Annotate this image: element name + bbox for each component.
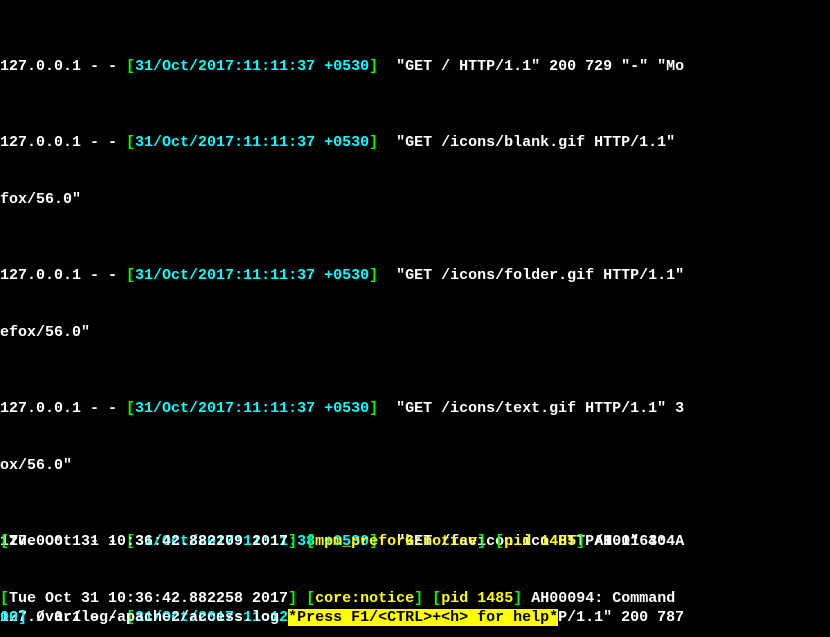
log-line-wrap: fox/56.0" — [0, 190, 830, 209]
log-line: 127.0.0.1 - - [31/Oct/2017:11:11:37 +053… — [0, 133, 830, 152]
request: "GET / HTTP/1.1" 200 729 "-" "Mo — [378, 58, 684, 75]
log-line: 127.0.0.1 - - [31/Oct/2017:11:11:37 +053… — [0, 57, 830, 76]
log-line-wrap: ox/56.0" — [0, 456, 830, 475]
bracket-close: ] — [369, 58, 378, 75]
log-line: [Tue Oct 31 10:36:42.882209 2017] [mpm_p… — [0, 532, 830, 551]
error-log-pane[interactable]: [Tue Oct 31 10:36:42.882209 2017] [mpm_p… — [0, 494, 830, 637]
terminal-screen: 127.0.0.1 - - [31/Oct/2017:11:11:37 +053… — [0, 0, 830, 637]
log-line: 127.0.0.1 - - [31/Oct/2017:11:11:37 +053… — [0, 399, 830, 418]
client-ip: 127.0.0.1 — [0, 58, 81, 75]
timestamp: 31/Oct/2017:11:11:37 +0530 — [135, 58, 369, 75]
log-line: [Tue Oct 31 10:36:42.882258 2017] [core:… — [0, 589, 830, 608]
bracket-open: [ — [126, 58, 135, 75]
log-line-wrap: efox/56.0" — [0, 323, 830, 342]
log-line: 127.0.0.1 - - [31/Oct/2017:11:11:37 +053… — [0, 266, 830, 285]
